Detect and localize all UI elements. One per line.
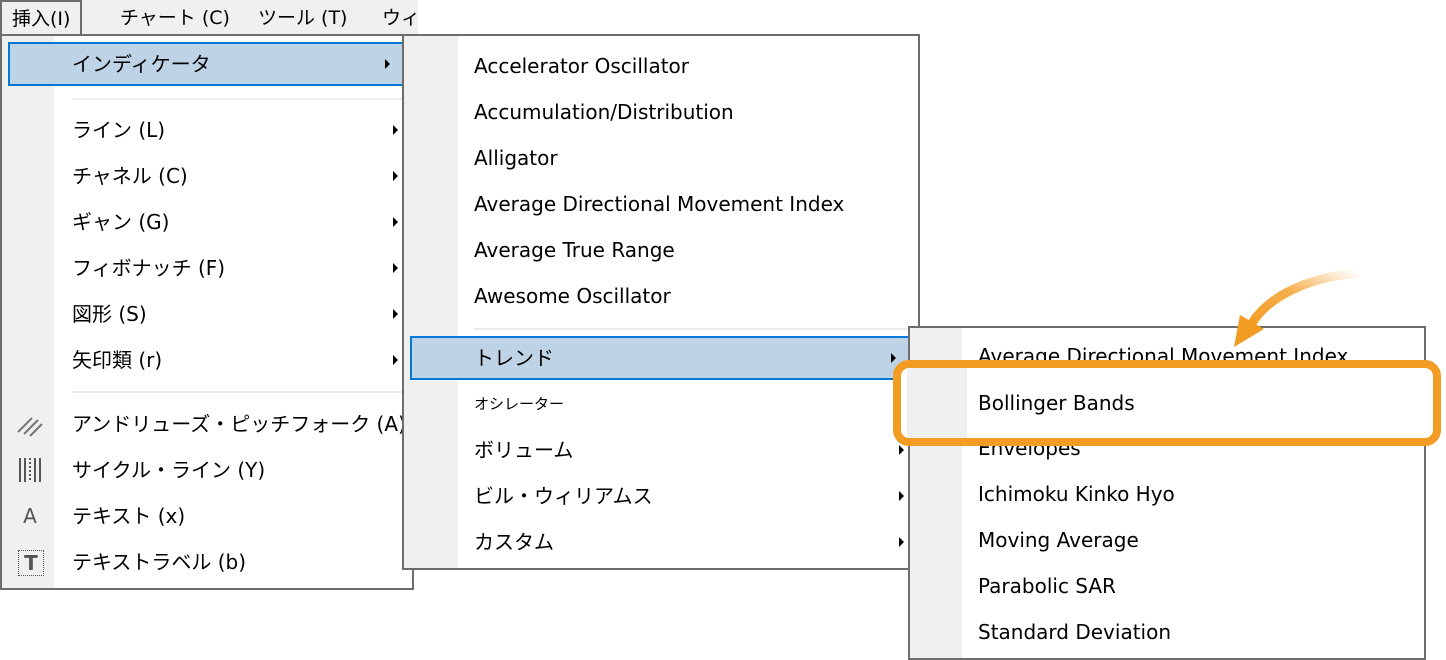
menu-item-bill-williams[interactable]: ビル・ウィリアムス [404, 474, 918, 518]
menu-item-label: Awesome Oscillator [474, 284, 671, 308]
menu-separator [72, 98, 406, 100]
menu-item-label: アンドリューズ・ピッチフォーク (A) [72, 412, 406, 436]
submenu-arrow-icon [899, 445, 904, 455]
insert-menu: インディケータ ライン (L) チャネル (C) ギャン (G) フィボナッチ … [0, 34, 414, 590]
cycle-lines-icon [14, 454, 46, 486]
submenu-arrow-icon [393, 217, 398, 227]
menu-item-label: Average True Range [474, 238, 675, 262]
menu-item-custom[interactable]: カスタム [404, 520, 918, 564]
menu-window[interactable]: ウィ [372, 0, 430, 36]
menu-item-text[interactable]: A テキスト (x) [2, 494, 412, 538]
menu-item-text-label[interactable]: T テキストラベル (b) [2, 540, 412, 584]
menu-item-label: Standard Deviation [978, 620, 1172, 644]
menu-item-label: Alligator [474, 146, 558, 170]
menu-item-label: チャネル (C) [72, 164, 188, 188]
submenu-arrow-icon [393, 125, 398, 135]
submenu-arrow-icon [899, 537, 904, 547]
submenu-arrow-icon [385, 59, 390, 69]
menu-item-label: ギャン (G) [72, 210, 170, 234]
menu-item-alligator[interactable]: Alligator [404, 136, 918, 180]
menu-item-shapes[interactable]: 図形 (S) [2, 292, 412, 336]
pitchfork-icon [14, 408, 46, 440]
menu-item-accelerator-oscillator[interactable]: Accelerator Oscillator [404, 44, 918, 88]
menu-item-label: サイクル・ライン (Y) [72, 458, 266, 482]
menu-item-indicators[interactable]: インディケータ [8, 42, 406, 86]
menu-tools[interactable]: ツール (T) [248, 0, 357, 36]
menu-item-label: 矢印類 (r) [72, 348, 163, 372]
menu-item-ichimoku[interactable]: Ichimoku Kinko Hyo [910, 472, 1424, 516]
menu-item-label: 図形 (S) [72, 302, 147, 326]
submenu-arrow-icon [393, 355, 398, 365]
submenu-arrow-icon [899, 491, 904, 501]
menu-item-line[interactable]: ライン (L) [2, 108, 412, 152]
menu-item-oscillators[interactable]: オシレーター [404, 382, 918, 426]
menu-separator [474, 328, 912, 330]
menu-item-label: テキストラベル (b) [72, 550, 247, 574]
menu-item-label: ビル・ウィリアムス [474, 484, 653, 508]
menu-item-moving-average[interactable]: Moving Average [910, 518, 1424, 562]
menu-insert[interactable]: 挿入(I) [0, 0, 83, 36]
menu-item-label: ライン (L) [72, 118, 166, 142]
submenu-arrow-icon [393, 171, 398, 181]
menu-item-fibonacci[interactable]: フィボナッチ (F) [2, 246, 412, 290]
menu-item-label: フィボナッチ (F) [72, 256, 226, 280]
menu-item-label: Bollinger Bands [978, 391, 1135, 415]
menu-item-volumes[interactable]: ボリューム [404, 428, 918, 472]
menu-item-trend[interactable]: トレンド [410, 336, 912, 380]
text-icon: A [23, 504, 37, 528]
menu-chart[interactable]: チャート (C) [110, 0, 240, 36]
text-label-icon: T [18, 550, 44, 576]
menu-item-cycle-lines[interactable]: サイクル・ライン (Y) [2, 448, 412, 492]
submenu-arrow-icon [393, 309, 398, 319]
menu-item-label: Ichimoku Kinko Hyo [978, 482, 1175, 506]
menu-item-bollinger-bands[interactable]: Bollinger Bands [901, 381, 1433, 425]
menu-item-label: カスタム [474, 530, 554, 554]
menu-item-label: Accumulation/Distribution [474, 100, 734, 124]
menu-item-label: ボリューム [474, 438, 574, 462]
menu-item-label: テキスト (x) [72, 504, 186, 528]
menu-item-channel[interactable]: チャネル (C) [2, 154, 412, 198]
menu-item-arrows[interactable]: 矢印類 (r) [2, 338, 412, 382]
menu-item-parabolic-sar[interactable]: Parabolic SAR [910, 564, 1424, 608]
menu-bar: 挿入(I) チャート (C) ツール (T) ウィ [0, 0, 420, 36]
menu-item-label: トレンド [474, 346, 554, 370]
menu-item-awesome-oscillator[interactable]: Awesome Oscillator [404, 274, 918, 318]
menu-item-label: Parabolic SAR [978, 574, 1116, 598]
annotation-arrow-icon [1234, 268, 1363, 347]
menu-item-label: Accelerator Oscillator [474, 54, 690, 78]
menu-item-gann[interactable]: ギャン (G) [2, 200, 412, 244]
menu-item-andrews-pitchfork[interactable]: アンドリューズ・ピッチフォーク (A) [2, 402, 412, 446]
menu-separator [72, 391, 406, 393]
annotation-highlight: Bollinger Bands [893, 360, 1441, 446]
submenu-arrow-icon [393, 263, 398, 273]
menu-item-average-true-range[interactable]: Average True Range [404, 228, 918, 272]
menu-item-accumulation-distribution[interactable]: Accumulation/Distribution [404, 90, 918, 134]
menu-item-label: Average Directional Movement Index [474, 192, 845, 216]
menu-item-admi[interactable]: Average Directional Movement Index [404, 182, 918, 226]
menu-item-label: Moving Average [978, 528, 1139, 552]
menu-item-standard-deviation[interactable]: Standard Deviation [910, 610, 1424, 654]
menu-item-label: インディケータ [72, 52, 211, 76]
indicators-submenu: Accelerator Oscillator Accumulation/Dist… [402, 34, 920, 570]
menu-item-label: オシレーター [474, 395, 565, 413]
submenu-arrow-icon [891, 353, 896, 363]
